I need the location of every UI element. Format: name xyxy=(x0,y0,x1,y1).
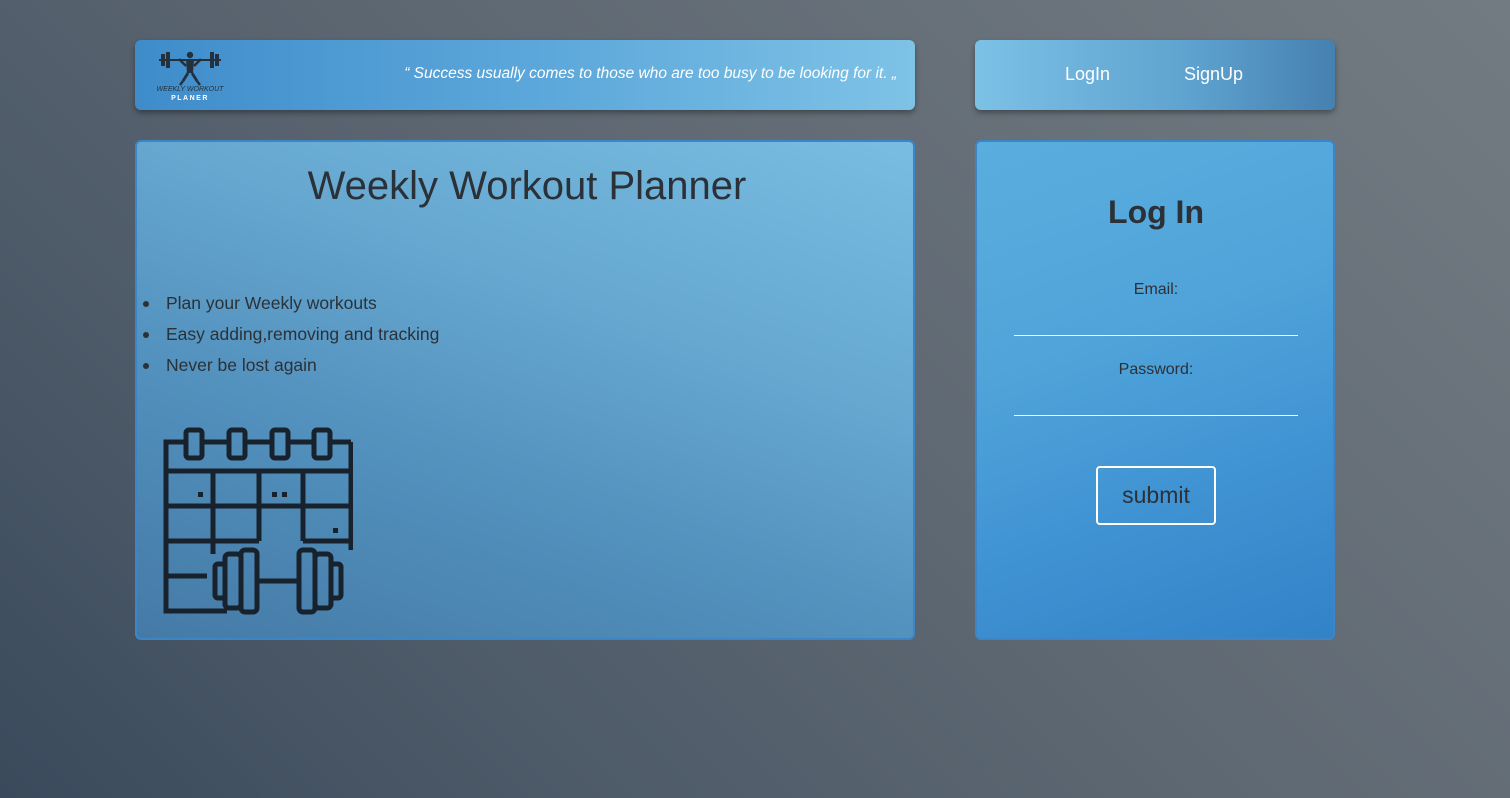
page-title: Weekly Workout Planner xyxy=(307,164,747,208)
motivational-quote: “ Success usually comes to those who are… xyxy=(404,65,897,82)
logo-subtext: PLANER xyxy=(171,95,209,102)
login-link[interactable]: LogIn xyxy=(1065,64,1110,85)
header-bar: WEEKLY WORKOUT PLANER “ Success usually … xyxy=(135,40,915,110)
list-item: Easy adding,removing and tracking xyxy=(142,319,439,350)
logo-text: WEEKLY WORKOUT xyxy=(156,86,224,93)
list-item: Plan your Weekly workouts xyxy=(142,288,439,319)
email-field[interactable] xyxy=(1014,309,1298,336)
password-field[interactable] xyxy=(1014,389,1298,416)
feature-list: Plan your Weekly workouts Easy adding,re… xyxy=(142,288,439,381)
calendar-dumbbell-icon xyxy=(163,427,353,615)
app-logo[interactable]: WEEKLY WORKOUT PLANER xyxy=(153,46,227,104)
password-label: Password: xyxy=(1118,361,1194,378)
weightlifter-icon xyxy=(159,51,221,86)
login-form: Log In Email: Password: submit xyxy=(975,140,1335,640)
auth-nav: LogIn SignUp xyxy=(975,40,1335,110)
login-title: Log In xyxy=(1108,194,1204,230)
signup-link[interactable]: SignUp xyxy=(1184,64,1243,85)
intro-card: Weekly Workout Planner Plan your Weekly … xyxy=(135,140,915,640)
email-label: Email: xyxy=(1133,281,1179,298)
submit-button[interactable]: submit xyxy=(1096,466,1216,525)
list-item: Never be lost again xyxy=(142,350,439,381)
